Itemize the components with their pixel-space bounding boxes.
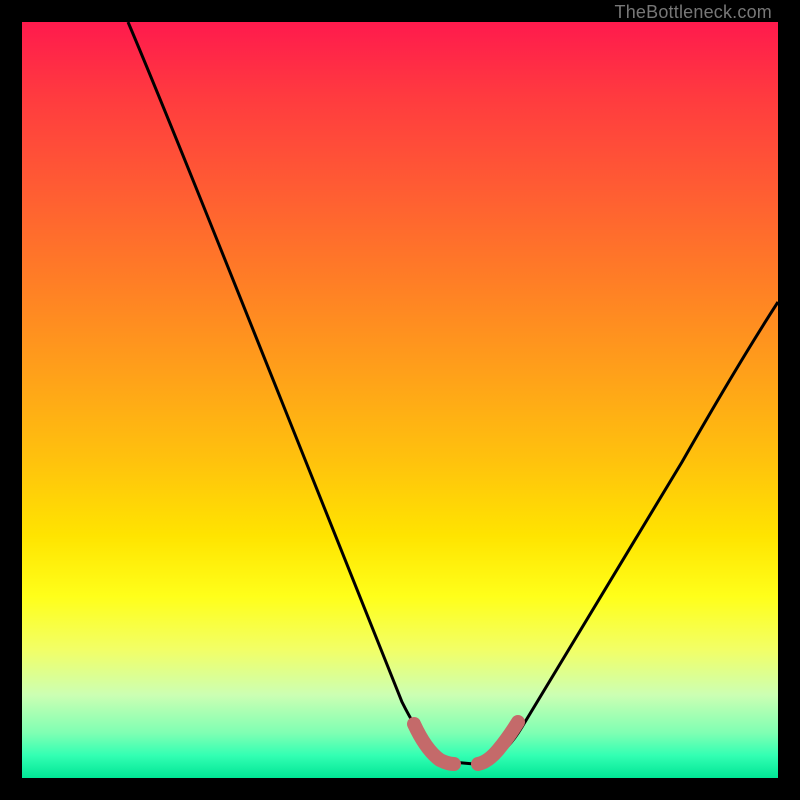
chart-frame: TheBottleneck.com: [0, 0, 800, 800]
bottleneck-curve: [22, 22, 778, 778]
watermark-text: TheBottleneck.com: [615, 2, 772, 23]
curve-path: [128, 22, 778, 764]
min-marker-right: [478, 722, 518, 764]
min-marker-left: [414, 724, 454, 764]
plot-area: [22, 22, 778, 778]
